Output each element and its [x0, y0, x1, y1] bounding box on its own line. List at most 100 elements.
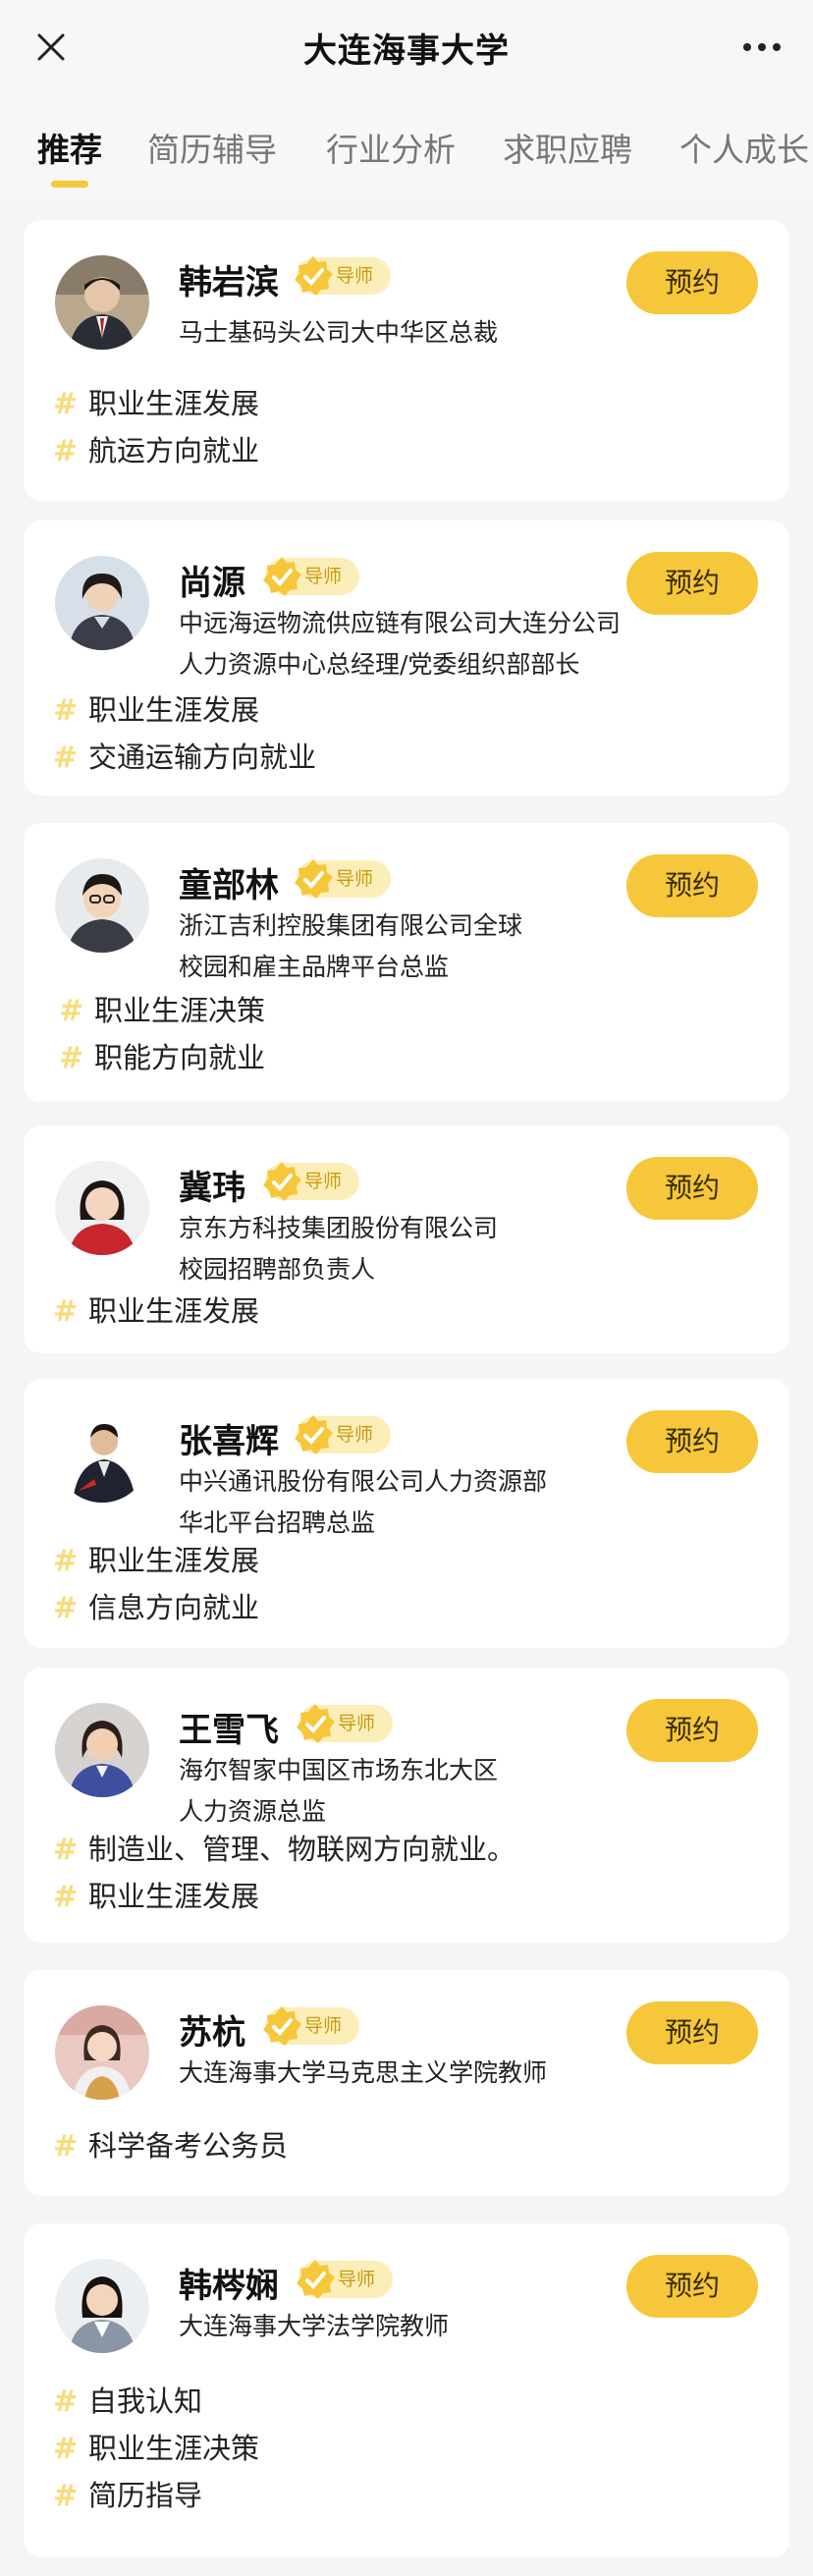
hash-icon: #	[53, 2129, 79, 2164]
mentor-name: 韩岩滨	[179, 263, 279, 302]
mentor-card[interactable]: 张喜辉 导师 预约 中兴通讯股份有限公司人力资源部 华北平台招聘总监 # 职业生涯…	[24, 1379, 789, 1648]
mentor-card[interactable]: 韩岩滨 导师 预约 马士基码头公司大中华区总裁 # 职业生涯发展 # 航运方向就业	[24, 220, 789, 501]
topic-tag-label: 自我认知	[88, 2384, 203, 2418]
topic-tag-label: 职业生涯发展	[88, 693, 260, 727]
avatar	[55, 858, 149, 953]
topic-tag: # 职业生涯发展	[53, 1287, 259, 1336]
mentor-badge-label: 导师	[336, 868, 374, 890]
mentor-badge: 导师	[295, 1415, 392, 1454]
book-button[interactable]: 预约	[626, 2255, 758, 2318]
tab-industry-analysis[interactable]: 行业分析	[326, 124, 456, 171]
book-button[interactable]: 预约	[626, 2001, 758, 2064]
hash-icon: #	[53, 2479, 79, 2513]
mentor-badge-label: 导师	[304, 2015, 343, 2037]
more-button[interactable]	[738, 27, 786, 67]
tab-job-application[interactable]: 求职应聘	[503, 124, 632, 171]
mentor-card[interactable]: 王雪飞 导师 预约 海尔智家中国区市场东北大区 人力资源总监 # 制造业、管理、物…	[24, 1668, 789, 1943]
book-button[interactable]: 预约	[626, 1699, 758, 1762]
avatar	[55, 1703, 149, 1797]
hash-icon: #	[53, 1544, 79, 1578]
mentor-title-line: 中兴通讯股份有限公司人力资源部	[179, 1467, 548, 1496]
mentor-name: 冀玮	[179, 1169, 245, 1208]
hash-icon: #	[59, 994, 84, 1028]
mentor-title-line: 大连海事大学马克思主义学院教师	[179, 2058, 548, 2087]
mentor-badge: 导师	[295, 859, 392, 899]
topic-tag-label: 航运方向就业	[88, 434, 260, 467]
book-button[interactable]: 预约	[626, 1410, 758, 1473]
hash-icon: #	[53, 387, 79, 421]
mentor-badge-icon	[263, 1162, 301, 1201]
topic-tag: # 职业生涯发展	[53, 1872, 259, 1921]
book-button[interactable]: 预约	[626, 1157, 758, 1220]
mentor-badge-icon	[263, 557, 301, 596]
mentor-badge: 导师	[263, 2006, 360, 2046]
book-button[interactable]: 预约	[626, 552, 758, 615]
mentor-badge: 导师	[297, 2260, 394, 2299]
mentor-badge: 导师	[263, 557, 360, 596]
mentor-title-line: 大连海事大学法学院教师	[179, 2312, 450, 2340]
mentor-card[interactable]: 童部林 导师 预约 浙江吉利控股集团有限公司全球 校园和雇主品牌平台总监 # 职业…	[24, 823, 789, 1102]
hash-icon: #	[53, 1880, 79, 1914]
mentor-card[interactable]: 尚源 导师 预约 中远海运物流供应链有限公司大连分公司 人力资源中心总经理/党委…	[24, 521, 789, 795]
mentor-badge-label: 导师	[338, 1713, 376, 1734]
topic-tag: # 职业生涯发展	[53, 685, 259, 735]
avatar	[55, 255, 149, 350]
tab-personal-growth[interactable]: 个人成长	[679, 124, 809, 171]
mentor-title-line: 京东方科技集团股份有限公司	[179, 1214, 499, 1242]
mentor-title-line: 人力资源中心总经理/党委组织部部长	[179, 650, 580, 679]
top-bar: 大连海事大学	[0, 0, 813, 94]
mentor-title-line: 浙江吉利控股集团有限公司全球	[179, 911, 523, 940]
topic-tag-label: 职业生涯发展	[88, 387, 260, 420]
mentor-card[interactable]: 冀玮 导师 预约 京东方科技集团股份有限公司 校园招聘部负责人 # 职业生涯发展	[24, 1125, 789, 1353]
topic-tag-label: 制造业、管理、物联网方向就业。	[88, 1833, 516, 1866]
topic-tag-label: 信息方向就业	[88, 1591, 260, 1624]
topic-tag: # 科学备考公务员	[53, 2121, 288, 2170]
page-title: 大连海事大学	[303, 30, 510, 71]
topic-tag-label: 职业生涯决策	[88, 2432, 260, 2465]
mentor-name: 张喜辉	[179, 1422, 279, 1461]
mentor-badge-label: 导师	[336, 1424, 374, 1446]
hash-icon: #	[53, 1591, 79, 1625]
avatar	[55, 1161, 149, 1255]
mentor-badge-icon	[263, 2006, 301, 2046]
topic-tag: # 简历指导	[53, 2471, 202, 2520]
mentor-title-line: 校园招聘部负责人	[179, 1255, 376, 1284]
mentor-title-line: 海尔智家中国区市场东北大区	[179, 1756, 499, 1784]
mentor-badge-icon	[295, 1415, 333, 1454]
topic-tag: # 交通运输方向就业	[53, 733, 316, 782]
mentor-badge-label: 导师	[304, 566, 343, 587]
hash-icon: #	[53, 1833, 79, 1867]
avatar	[55, 556, 149, 650]
close-icon	[37, 33, 65, 61]
mentor-card[interactable]: 苏杭 导师 预约 大连海事大学马克思主义学院教师 # 科学备考公务员	[24, 1970, 789, 2196]
topic-tag-label: 科学备考公务员	[88, 2129, 289, 2163]
topic-tag-label: 职业生涯决策	[94, 994, 266, 1027]
mentor-name: 韩梣娴	[179, 2267, 279, 2306]
hash-icon: #	[53, 2432, 79, 2466]
hash-icon: #	[53, 1294, 79, 1329]
book-button[interactable]: 预约	[626, 251, 758, 314]
mentor-badge-icon	[297, 2260, 335, 2299]
topic-tag: # 职业生涯发展	[53, 379, 259, 428]
more-dots-icon	[743, 43, 781, 51]
book-button[interactable]: 预约	[626, 854, 758, 917]
mentor-card[interactable]: 韩梣娴 导师 预约 大连海事大学法学院教师 # 自我认知 # 职业生涯决策 # 简历指…	[24, 2223, 789, 2557]
mentor-badge: 导师	[263, 1162, 360, 1201]
hash-icon: #	[53, 434, 79, 468]
topic-tag-label: 职能方向就业	[94, 1041, 266, 1074]
topic-tag-label: 职业生涯发展	[88, 1880, 260, 1913]
avatar	[55, 1408, 149, 1503]
hash-icon: #	[59, 1041, 84, 1075]
topic-tag: # 制造业、管理、物联网方向就业。	[53, 1825, 515, 1874]
tab-resume-coaching[interactable]: 简历辅导	[147, 124, 277, 171]
mentor-badge-label: 导师	[336, 265, 374, 287]
avatar	[55, 2005, 149, 2100]
topic-tag: # 航运方向就业	[53, 426, 259, 475]
topic-tag: # 职业生涯决策	[59, 986, 265, 1035]
page: 大连海事大学 推荐 简历辅导 行业分析 求职应聘 个人成长 韩岩滨 导师 预约 …	[0, 0, 813, 2576]
mentor-title-line: 校园和雇主品牌平台总监	[179, 953, 450, 981]
mentor-badge-icon	[295, 859, 333, 899]
topic-tag: # 职业生涯决策	[53, 2424, 259, 2473]
close-button[interactable]	[31, 27, 71, 67]
tab-recommend[interactable]: 推荐	[37, 124, 102, 171]
